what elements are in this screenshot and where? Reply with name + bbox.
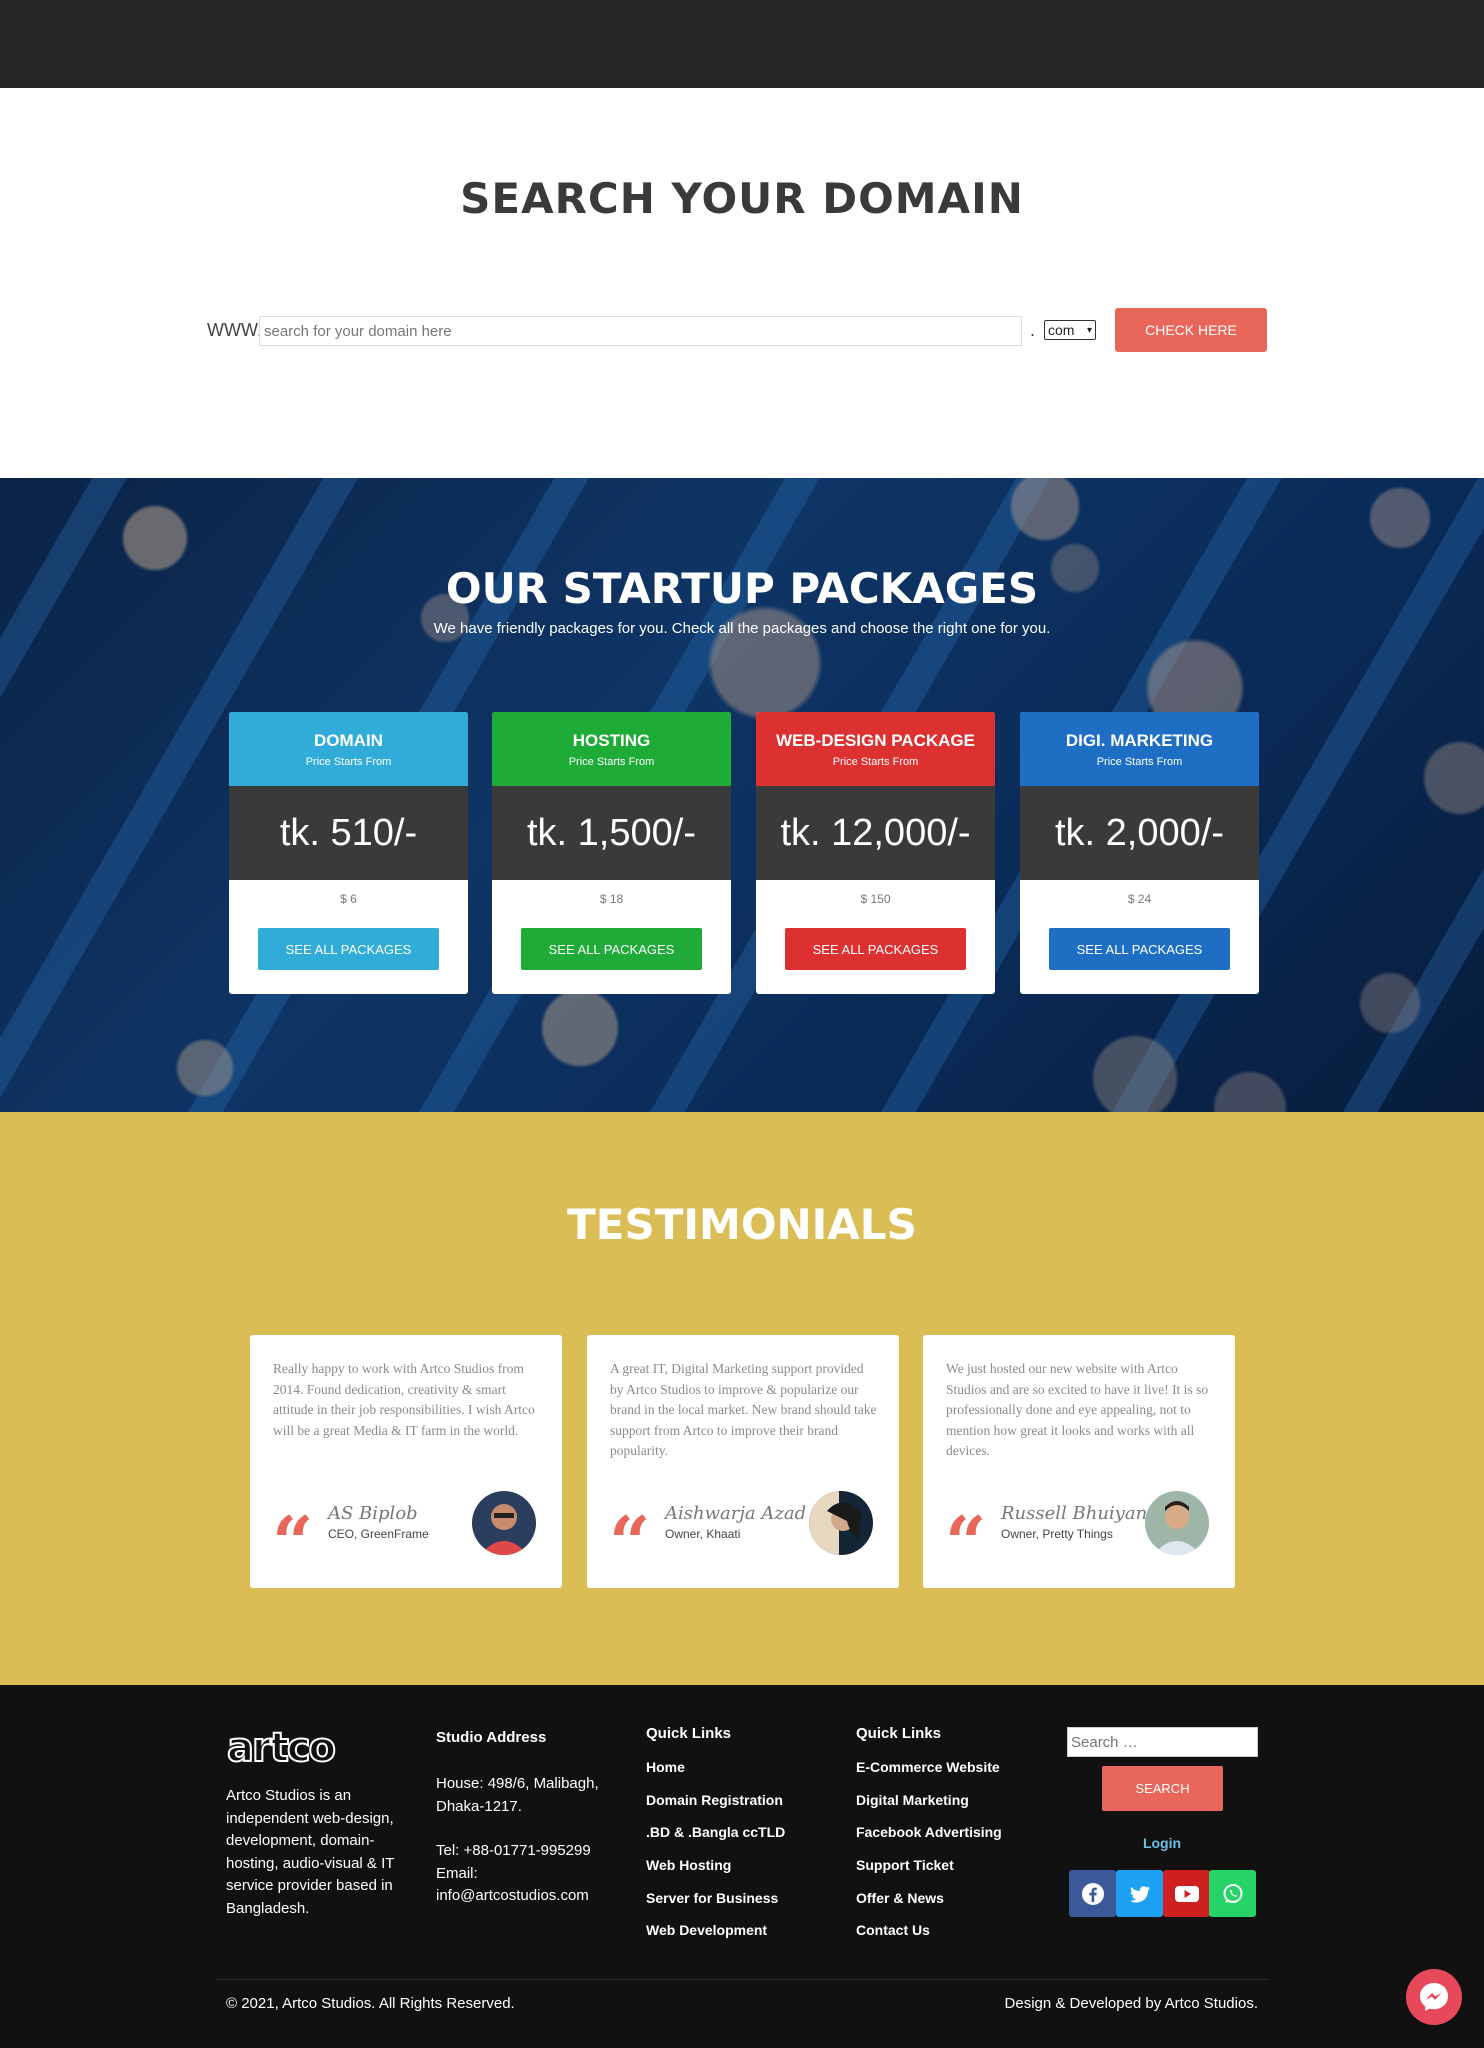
testimonial-author-role: CEO, GreenFrame (328, 1527, 429, 1541)
quick-links-title-2: Quick Links (856, 1725, 942, 1742)
package-name: DOMAIN (314, 731, 383, 750)
twitter-icon[interactable] (1116, 1870, 1163, 1917)
messenger-chat-button[interactable] (1406, 1969, 1462, 2025)
messenger-icon (1420, 1983, 1448, 2011)
top-header-bar (0, 0, 1484, 88)
domain-search-section: SEARCH YOUR DOMAIN WWW. . com ▾ CHECK HE… (0, 88, 1484, 478)
testimonial-text: A great IT, Digital Marketing support pr… (610, 1361, 877, 1458)
footer-link-bd-cctld[interactable]: .BD & .Bangla ccTLD (646, 1824, 785, 1857)
www-prefix: WWW. (207, 320, 262, 340)
package-price: tk. 1,500/- (492, 786, 731, 880)
package-usd-price: $ 6 (340, 892, 357, 906)
package-caption: Price Starts From (305, 756, 392, 768)
footer-link-support-ticket[interactable]: Support Ticket (856, 1857, 1002, 1890)
testimonial-author-role: Owner, Khaati (665, 1527, 741, 1541)
footer-link-home[interactable]: Home (646, 1759, 785, 1792)
quick-links-list: Home Domain Registration .BD & .Bangla c… (646, 1759, 785, 1955)
email-label: Email: (436, 1864, 478, 1882)
package-price: tk. 12,000/- (756, 786, 995, 880)
startup-packages-section: OUR STARTUP PACKAGES We have friendly pa… (0, 478, 1484, 1112)
see-all-packages-button[interactable]: SEE ALL PACKAGES (258, 928, 439, 970)
avatar (472, 1491, 536, 1555)
facebook-icon[interactable] (1069, 1870, 1116, 1917)
testimonial-author-signature: Russell Bhuiyan (1001, 1503, 1148, 1524)
testimonial-card: A great IT, Digital Marketing support pr… (587, 1335, 899, 1588)
avatar (809, 1491, 873, 1555)
package-header: HOSTING Price Starts From (492, 712, 731, 786)
testimonial-card: We just hosted our new website with Artc… (923, 1335, 1235, 1588)
package-caption: Price Starts From (1096, 756, 1183, 768)
package-header: WEB-DESIGN PACKAGE Price Starts From (756, 712, 995, 786)
package-header: DOMAIN Price Starts From (229, 712, 468, 786)
phone-number: Tel: +88-01771-995299 (436, 1842, 591, 1859)
package-card-hosting: HOSTING Price Starts From tk. 1,500/- $ … (492, 712, 731, 994)
avatar (1145, 1491, 1209, 1555)
youtube-icon[interactable] (1163, 1870, 1210, 1917)
packages-subtitle: We have friendly packages for you. Check… (433, 620, 1051, 637)
email-address[interactable]: info@artcostudios.com (436, 1885, 616, 1908)
studio-address: House: 498/6, Malibagh, Dhaka-1217. Tel:… (436, 1773, 616, 1908)
see-all-packages-button[interactable]: SEE ALL PACKAGES (1049, 928, 1230, 970)
footer-link-ecommerce-website[interactable]: E-Commerce Website (856, 1759, 1002, 1792)
package-header: DIGI. MARKETING Price Starts From (1020, 712, 1259, 786)
package-name: HOSTING (572, 731, 651, 750)
see-all-packages-button[interactable]: SEE ALL PACKAGES (785, 928, 966, 970)
package-usd-price: $ 18 (599, 892, 624, 906)
developer-credit: Design & Developed by Artco Studios. (1004, 1995, 1258, 2012)
footer-divider (216, 1979, 1268, 1980)
address-line: House: 498/6, Malibagh, Dhaka-1217. (436, 1775, 599, 1815)
footer-search-input[interactable] (1067, 1727, 1258, 1757)
see-all-packages-button[interactable]: SEE ALL PACKAGES (521, 928, 702, 970)
check-domain-button[interactable]: CHECK HERE (1115, 308, 1267, 352)
footer-link-domain-registration[interactable]: Domain Registration (646, 1792, 785, 1825)
copyright-text: © 2021, Artco Studios. All Rights Reserv… (226, 1995, 515, 2012)
packages-title: OUR STARTUP PACKAGES (445, 564, 1039, 613)
footer-search-button[interactable]: SEARCH (1102, 1766, 1223, 1811)
footer-link-digital-marketing[interactable]: Digital Marketing (856, 1792, 1002, 1825)
testimonial-text: We just hosted our new website with Artc… (946, 1361, 1209, 1458)
package-caption: Price Starts From (568, 756, 655, 768)
tld-selected-value: com (1048, 322, 1075, 338)
quote-icon: “ (945, 1500, 987, 1585)
quote-icon: “ (609, 1500, 651, 1585)
package-card-digital-marketing: DIGI. MARKETING Price Starts From tk. 2,… (1020, 712, 1259, 994)
site-footer: artco Artco Studios is an independent we… (0, 1685, 1484, 2048)
package-card-web-design: WEB-DESIGN PACKAGE Price Starts From tk.… (756, 712, 995, 994)
footer-link-contact-us[interactable]: Contact Us (856, 1922, 1002, 1955)
package-caption: Price Starts From (832, 756, 919, 768)
quick-links-list-2: E-Commerce Website Digital Marketing Fac… (856, 1759, 1002, 1955)
studio-address-title: Studio Address (436, 1729, 547, 1746)
artco-logo[interactable]: artco (226, 1724, 337, 1772)
package-name: WEB-DESIGN PACKAGE (776, 731, 975, 750)
testimonials-title: TESTIMONIALS (567, 1200, 917, 1249)
footer-link-server-for-business[interactable]: Server for Business (646, 1890, 785, 1923)
testimonial-text: Really happy to work with Artco Studios … (273, 1361, 535, 1438)
package-price: tk. 510/- (229, 786, 468, 880)
testimonial-author-signature: AS Biplob (328, 1503, 418, 1524)
chevron-down-icon: ▾ (1086, 324, 1092, 336)
footer-link-offer-news[interactable]: Offer & News (856, 1890, 1002, 1923)
quick-links-title: Quick Links (646, 1725, 732, 1742)
package-usd-price: $ 24 (1127, 892, 1152, 906)
testimonial-author-signature: Aishwarja Azad (665, 1503, 807, 1524)
tld-select[interactable]: com ▾ (1044, 320, 1096, 340)
domain-search-input[interactable] (259, 316, 1022, 346)
testimonial-card: Really happy to work with Artco Studios … (250, 1335, 562, 1588)
testimonials-section: TESTIMONIALS Really happy to work with A… (0, 1112, 1484, 1685)
domain-search-title: SEARCH YOUR DOMAIN (460, 174, 1024, 223)
tld-dot: . (1030, 320, 1036, 340)
login-link[interactable]: Login (1100, 1835, 1224, 1851)
package-card-domain: DOMAIN Price Starts From tk. 510/- $ 6 S… (229, 712, 468, 994)
footer-link-web-development[interactable]: Web Development (646, 1922, 785, 1955)
footer-link-web-hosting[interactable]: Web Hosting (646, 1857, 785, 1890)
package-price: tk. 2,000/- (1020, 786, 1259, 880)
whatsapp-icon[interactable] (1209, 1870, 1256, 1917)
testimonial-author-role: Owner, Pretty Things (1001, 1527, 1113, 1541)
package-usd-price: $ 150 (860, 892, 891, 906)
quote-icon: “ (272, 1500, 314, 1585)
footer-about-text: Artco Studios is an independent web-desi… (226, 1787, 395, 1917)
footer-link-facebook-advertising[interactable]: Facebook Advertising (856, 1824, 1002, 1857)
package-name: DIGI. MARKETING (1065, 731, 1214, 750)
